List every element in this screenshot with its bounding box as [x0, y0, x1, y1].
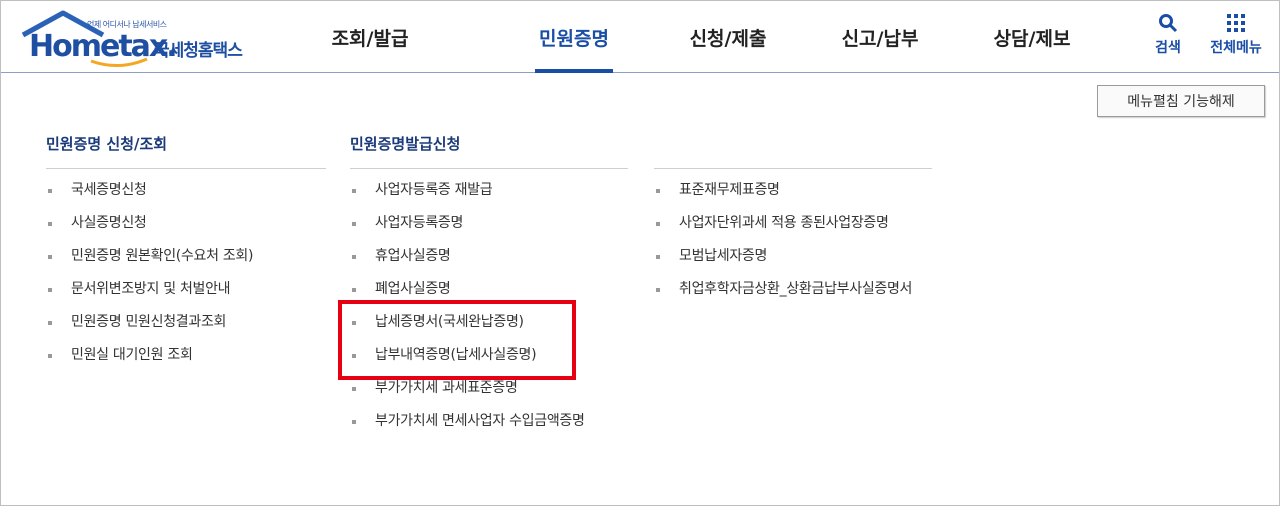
menu-link[interactable]: 사업자등록증 재발급	[350, 181, 630, 200]
column-divider	[350, 168, 628, 169]
menu-link[interactable]: 국세증명신청	[46, 181, 326, 200]
nav-item-filing-payment[interactable]: 신고/납부	[835, 1, 925, 73]
nav-item-consultation[interactable]: 상담/제보	[987, 1, 1077, 73]
menu-column-certificate-issue-2: 표준재무제표증명 사업자단위과세 적용 종된사업장증명 모범납세자증명 취업후학…	[654, 130, 934, 313]
logo-swoosh-icon	[90, 57, 148, 67]
menu-link[interactable]: 표준재무제표증명	[654, 181, 934, 200]
column-divider	[654, 168, 932, 169]
menu-link[interactable]: 민원실 대기인원 조회	[46, 346, 326, 365]
menu-link[interactable]: 부가가치세 면세사업자 수입금액증명	[350, 412, 630, 431]
column-title	[654, 130, 934, 168]
menu-link[interactable]: 부가가치세 과세표준증명	[350, 379, 630, 398]
grid-menu-icon	[1227, 14, 1245, 32]
search-label: 검색	[1155, 40, 1181, 56]
hometax-logo[interactable]: 언제 어디서나 납세서비스 Hometax. 국세청홈택스	[19, 9, 269, 69]
nav-item-civil-certificate[interactable]: 민원증명	[535, 1, 613, 73]
menu-link[interactable]: 취업후학자금상환_상환금납부사실증명서	[654, 280, 934, 299]
nav-item-inquiry[interactable]: 조회/발급	[311, 1, 429, 73]
menu-link[interactable]: 휴업사실증명	[350, 247, 630, 266]
menu-link[interactable]: 민원증명 민원신청결과조회	[46, 313, 326, 332]
menu-link[interactable]: 모범납세자증명	[654, 247, 934, 266]
menu-link[interactable]: 민원증명 원본확인(수요처 조회)	[46, 247, 326, 266]
column-divider	[46, 168, 326, 169]
menu-link[interactable]: 사실증명신청	[46, 214, 326, 233]
menu-link[interactable]: 사업자등록증명	[350, 214, 630, 233]
nav-item-application[interactable]: 신청/제출	[683, 1, 773, 73]
column-title: 민원증명발급신청	[350, 135, 461, 153]
menu-column-certificate-issue: 민원증명발급신청 사업자등록증 재발급 사업자등록증명 휴업사실증명 폐업사실증…	[350, 130, 630, 445]
full-menu-button[interactable]: 전체메뉴	[1199, 13, 1273, 57]
menu-link[interactable]: 사업자단위과세 적용 종된사업장증명	[654, 214, 934, 233]
menu-link[interactable]: 폐업사실증명	[350, 280, 630, 299]
column-title: 민원증명 신청/조회	[46, 135, 168, 153]
menu-expand-toggle-button[interactable]: 메뉴펼침 기능해제	[1097, 85, 1265, 117]
highlight-box	[338, 300, 576, 380]
full-menu-label: 전체메뉴	[1210, 40, 1262, 56]
header: 언제 어디서나 납세서비스 Hometax. 국세청홈택스 조회/발급 민원증명…	[1, 1, 1279, 73]
main-nav: 조회/발급 민원증명 신청/제출 신고/납부 상담/제보	[311, 1, 1077, 73]
search-icon	[1159, 14, 1178, 33]
search-button[interactable]: 검색	[1146, 13, 1190, 57]
menu-link[interactable]: 문서위변조방지 및 처벌안내	[46, 280, 326, 299]
logo-korean-name: 국세청홈택스	[154, 41, 243, 61]
menu-column-request-inquiry: 민원증명 신청/조회 국세증명신청 사실증명신청 민원증명 원본확인(수요처 조…	[46, 130, 326, 379]
